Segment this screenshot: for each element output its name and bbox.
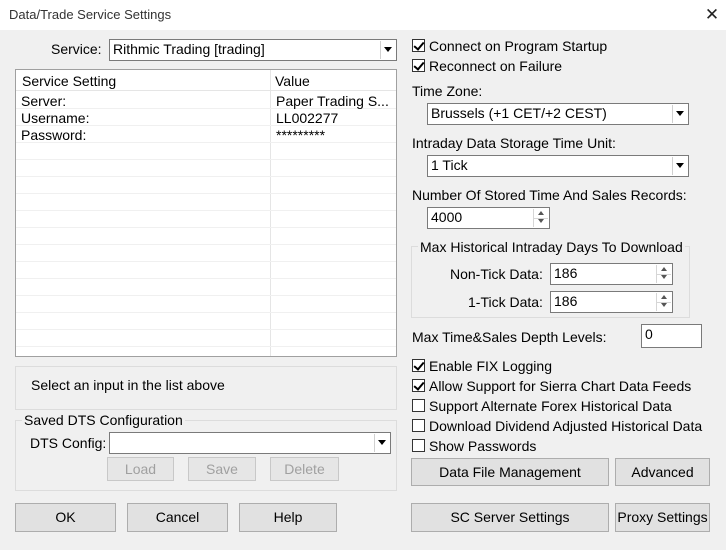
help-message-box: Select an input in the list above bbox=[15, 366, 397, 410]
connect-startup-checkbox[interactable] bbox=[412, 39, 425, 52]
connect-startup-label[interactable]: Connect on Program Startup bbox=[429, 38, 607, 54]
row-gridline bbox=[16, 227, 396, 228]
setting-name: Password: bbox=[21, 127, 87, 143]
intraday-unit-value: 1 Tick bbox=[431, 157, 468, 173]
forex-historical-checkbox[interactable] bbox=[412, 399, 425, 412]
one-tick-spinner[interactable]: 186 bbox=[550, 291, 673, 313]
sc-server-settings-button[interactable]: SC Server Settings bbox=[411, 503, 609, 532]
chevron-down-icon bbox=[380, 41, 395, 59]
dts-config-select[interactable] bbox=[109, 432, 391, 454]
table-row[interactable]: Password: ********* bbox=[16, 126, 396, 143]
time-zone-label: Time Zone: bbox=[412, 83, 483, 99]
chevron-down-icon bbox=[374, 434, 389, 452]
show-passwords-checkbox[interactable] bbox=[412, 439, 425, 452]
service-settings-list[interactable]: Service Setting Value Server: Paper Trad… bbox=[15, 69, 397, 357]
spin-down-icon[interactable] bbox=[656, 301, 671, 311]
table-row[interactable]: Server: Paper Trading S... bbox=[16, 92, 396, 109]
reconnect-label[interactable]: Reconnect on Failure bbox=[429, 58, 562, 74]
chevron-down-icon bbox=[672, 105, 687, 123]
column-header-setting[interactable]: Service Setting bbox=[22, 73, 116, 89]
service-label: Service: bbox=[51, 41, 102, 57]
row-gridline bbox=[16, 159, 396, 160]
row-gridline bbox=[16, 346, 396, 347]
advanced-button[interactable]: Advanced bbox=[615, 458, 710, 486]
time-zone-value: Brussels (+1 CET/+2 CEST) bbox=[431, 105, 607, 121]
row-gridline bbox=[16, 312, 396, 313]
window-title: Data/Trade Service Settings bbox=[9, 7, 172, 22]
service-select[interactable]: Rithmic Trading [trading] bbox=[109, 39, 397, 61]
dividend-adjusted-checkbox[interactable] bbox=[412, 419, 425, 432]
one-tick-label: 1-Tick Data: bbox=[468, 294, 543, 310]
forex-historical-label[interactable]: Support Alternate Forex Historical Data bbox=[429, 398, 672, 414]
row-gridline bbox=[16, 295, 396, 296]
stored-records-spinner[interactable]: 4000 bbox=[427, 207, 550, 229]
cancel-button[interactable]: Cancel bbox=[127, 503, 228, 532]
row-gridline bbox=[16, 244, 396, 245]
stored-records-value: 4000 bbox=[431, 209, 463, 225]
dts-group-title: Saved DTS Configuration bbox=[22, 412, 185, 428]
chevron-down-icon bbox=[672, 157, 687, 175]
non-tick-spinner[interactable]: 186 bbox=[550, 263, 673, 285]
row-gridline bbox=[16, 193, 396, 194]
depth-levels-input[interactable]: 0 bbox=[641, 324, 702, 348]
setting-value: Paper Trading S... bbox=[276, 93, 389, 109]
row-gridline bbox=[16, 176, 396, 177]
delete-button[interactable]: Delete bbox=[270, 457, 339, 481]
dts-config-label: DTS Config: bbox=[30, 435, 107, 451]
service-value: Rithmic Trading [trading] bbox=[113, 41, 265, 57]
time-zone-select[interactable]: Brussels (+1 CET/+2 CEST) bbox=[427, 103, 689, 125]
load-button[interactable]: Load bbox=[107, 457, 174, 481]
table-row[interactable]: Username: LL002277 bbox=[16, 109, 396, 126]
fix-logging-checkbox[interactable] bbox=[412, 359, 425, 372]
stored-records-label: Number Of Stored Time And Sales Records: bbox=[412, 187, 687, 203]
intraday-unit-select[interactable]: 1 Tick bbox=[427, 155, 689, 177]
sierra-feeds-label[interactable]: Allow Support for Sierra Chart Data Feed… bbox=[429, 378, 691, 394]
row-gridline bbox=[16, 210, 396, 211]
spin-down-icon[interactable] bbox=[533, 217, 548, 227]
row-gridline bbox=[16, 329, 396, 330]
show-passwords-label[interactable]: Show Passwords bbox=[429, 438, 536, 454]
help-message: Select an input in the list above bbox=[31, 377, 225, 393]
spin-down-icon[interactable] bbox=[656, 273, 671, 283]
sierra-feeds-checkbox[interactable] bbox=[412, 379, 425, 392]
setting-name: Server: bbox=[21, 93, 67, 109]
ok-button[interactable]: OK bbox=[15, 503, 116, 532]
proxy-settings-button[interactable]: Proxy Settings bbox=[615, 503, 710, 532]
setting-value: ********* bbox=[276, 127, 326, 143]
fix-logging-label[interactable]: Enable FIX Logging bbox=[429, 358, 552, 374]
intraday-unit-label: Intraday Data Storage Time Unit: bbox=[412, 135, 616, 151]
column-header-value[interactable]: Value bbox=[275, 73, 310, 89]
non-tick-value: 186 bbox=[554, 265, 578, 281]
reconnect-checkbox[interactable] bbox=[412, 59, 425, 72]
row-gridline bbox=[16, 261, 396, 262]
setting-value: LL002277 bbox=[276, 110, 339, 126]
row-gridline bbox=[16, 278, 396, 279]
non-tick-label: Non-Tick Data: bbox=[450, 266, 543, 282]
dividend-adjusted-label[interactable]: Download Dividend Adjusted Historical Da… bbox=[429, 418, 702, 434]
save-button[interactable]: Save bbox=[188, 457, 256, 481]
help-button[interactable]: Help bbox=[239, 503, 337, 532]
setting-name: Username: bbox=[21, 110, 90, 126]
depth-levels-value: 0 bbox=[645, 326, 653, 342]
close-icon[interactable]: ✕ bbox=[700, 2, 724, 28]
historical-group-title: Max Historical Intraday Days To Download bbox=[418, 239, 685, 255]
data-file-management-button[interactable]: Data File Management bbox=[411, 458, 609, 486]
depth-levels-label: Max Time&Sales Depth Levels: bbox=[412, 329, 607, 345]
one-tick-value: 186 bbox=[554, 293, 578, 309]
